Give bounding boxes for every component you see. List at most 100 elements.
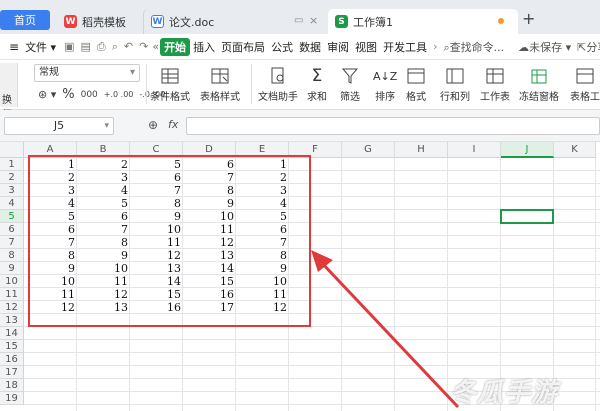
- save-icon[interactable]: ▣: [61, 40, 77, 53]
- name-box-value: J5: [53, 119, 65, 132]
- sort-button[interactable]: A↓Z 排序: [373, 64, 398, 104]
- search-command-label: 查找命令...: [449, 40, 505, 54]
- worksheet-icon: [486, 64, 504, 88]
- menu-developer[interactable]: 开发工具: [380, 39, 430, 55]
- more-icon[interactable]: «: [151, 40, 160, 53]
- sort-label: 排序: [375, 92, 396, 103]
- conditional-format-button[interactable]: 条件格式: [150, 64, 190, 103]
- row-col-icon: [446, 64, 464, 88]
- ribbon-divider: [146, 64, 147, 104]
- table-tools-icon: [576, 64, 594, 88]
- sum-label: 求和: [307, 92, 327, 103]
- close-icon[interactable]: ×: [309, 14, 318, 27]
- menu-start[interactable]: 开始: [160, 37, 191, 56]
- conditional-format-label: 条件格式: [150, 92, 190, 103]
- menu-file[interactable]: 文件 ▾: [22, 39, 59, 55]
- menu-file-label: 文件: [25, 40, 48, 54]
- watermark-logo: 冬瓜手游: [450, 378, 559, 408]
- menu-review-label: 审阅: [327, 40, 350, 54]
- conditional-format-icon: [161, 64, 179, 88]
- table-style-label: 表格样式: [200, 92, 240, 103]
- thousand-separator-button[interactable]: 000: [81, 90, 98, 100]
- menu-review[interactable]: 审阅: [324, 39, 352, 55]
- tab-bar: 首页 W 稻壳模板 W 论文.doc ▭ × S 工作簿1 +: [0, 0, 600, 34]
- cloud-icon: ☁: [518, 40, 530, 54]
- monitor-icon[interactable]: ▭: [294, 15, 303, 26]
- unsaved-label: 未保存: [529, 40, 563, 54]
- tab-document[interactable]: W 论文.doc ▭ ×: [143, 9, 321, 34]
- formula-input[interactable]: [186, 117, 600, 135]
- menu-developer-label: 开发工具: [383, 40, 428, 54]
- tab-home[interactable]: 首页: [0, 10, 50, 30]
- export-icon[interactable]: ▤: [78, 40, 94, 53]
- menu-insert-label: 插入: [193, 40, 216, 54]
- format-icon: [407, 64, 425, 88]
- table-style-button[interactable]: 表格样式: [200, 64, 240, 103]
- print-icon[interactable]: ⎙: [94, 40, 109, 54]
- table-tools-button[interactable]: 表格工: [570, 64, 600, 103]
- menu-formula-label: 公式: [271, 40, 294, 54]
- freeze-panes-button[interactable]: 冻结窗格: [519, 64, 559, 103]
- filter-icon: [341, 64, 359, 88]
- menu-start-label: 开始: [164, 40, 187, 54]
- number-format-select[interactable]: 常规 ▾: [34, 64, 140, 82]
- doc-assistant-label: 文档助手: [258, 92, 298, 103]
- doc-file-icon: W: [151, 15, 164, 28]
- format-label: 格式: [406, 92, 426, 103]
- tab-home-label: 首页: [14, 14, 36, 27]
- menu-data[interactable]: 数据: [296, 39, 324, 55]
- filter-button[interactable]: 筛选: [340, 64, 360, 103]
- tab-doc-label: 论文.doc: [169, 15, 215, 29]
- row-col-label: 行和列: [440, 92, 470, 103]
- tab-workbook-label: 工作簿1: [353, 15, 393, 29]
- table-style-icon: [211, 64, 229, 88]
- wrap-text-button[interactable]: 换行: [0, 63, 18, 121]
- menu-page-layout-label: 页面布局: [221, 40, 266, 54]
- unsaved-status[interactable]: ☁未保存 ▾: [515, 39, 574, 55]
- name-box[interactable]: J5 ▾: [4, 117, 114, 135]
- tab-workbook[interactable]: S 工作簿1: [328, 9, 518, 34]
- arrow-annotation: [311, 250, 460, 409]
- table-tools-label: 表格工: [570, 92, 600, 103]
- wps-logo-icon: W: [64, 15, 77, 28]
- chevron-down-icon: ▾: [104, 121, 109, 131]
- sigma-icon: Σ: [311, 66, 323, 86]
- worksheet-button[interactable]: 工作表: [480, 64, 510, 103]
- format-button[interactable]: 格式: [406, 64, 426, 103]
- currency-icon[interactable]: ⊛ ▾: [38, 88, 56, 101]
- undo-icon[interactable]: ↶: [121, 40, 136, 53]
- row-col-button[interactable]: 行和列: [440, 64, 470, 103]
- spreadsheet-grid[interactable]: ABCDEFGHIJK 1 2 3 4 5 6 7 8 9 10 11 12 13 14 15 16 17 18 1…: [0, 142, 600, 411]
- worksheet-label: 工作表: [480, 92, 510, 103]
- menu-formula[interactable]: 公式: [268, 39, 296, 55]
- share-button[interactable]: ⇱分享: [574, 39, 600, 55]
- menu-data-label: 数据: [299, 40, 322, 54]
- number-format-value: 常规: [39, 67, 59, 78]
- scroll-menu-icon[interactable]: ›: [430, 40, 440, 53]
- chevron-down-icon: ▾: [129, 67, 135, 78]
- search-command[interactable]: ⌕查找命令...: [440, 39, 507, 55]
- fx-button[interactable]: fx: [168, 118, 178, 131]
- increase-decimal-button[interactable]: +.0 .00: [104, 90, 134, 99]
- freeze-panes-label: 冻结窗格: [519, 92, 559, 103]
- preview-icon[interactable]: ⌕: [109, 40, 121, 54]
- freeze-panes-icon: [530, 64, 548, 88]
- tab-wps-template[interactable]: W 稻壳模板: [57, 9, 135, 34]
- menu-insert[interactable]: 插入: [190, 39, 218, 55]
- share-label: 分享: [586, 40, 600, 54]
- new-tab-button[interactable]: +: [522, 9, 535, 28]
- percent-button[interactable]: %: [62, 87, 74, 102]
- sum-button[interactable]: Σ 求和: [307, 64, 327, 103]
- doc-assistant-button[interactable]: 文档助手: [258, 64, 298, 103]
- new-tab-label: +: [522, 9, 536, 28]
- zoom-icon[interactable]: ⊕: [148, 118, 158, 132]
- filter-label: 筛选: [340, 92, 360, 103]
- menu-page-layout[interactable]: 页面布局: [218, 39, 268, 55]
- ribbon-toolbar: 换行 常规 ▾ ⊛ ▾ % 000 +.0 .00 -.0 .00 条件格式 表…: [0, 60, 600, 121]
- ribbon-divider: [251, 64, 252, 104]
- menu-view-label: 视图: [355, 40, 378, 54]
- hamburger-icon[interactable]: ≡: [6, 40, 22, 54]
- menu-view[interactable]: 视图: [352, 39, 380, 55]
- sort-icon: A↓Z: [373, 69, 398, 83]
- redo-icon[interactable]: ↷: [136, 40, 151, 53]
